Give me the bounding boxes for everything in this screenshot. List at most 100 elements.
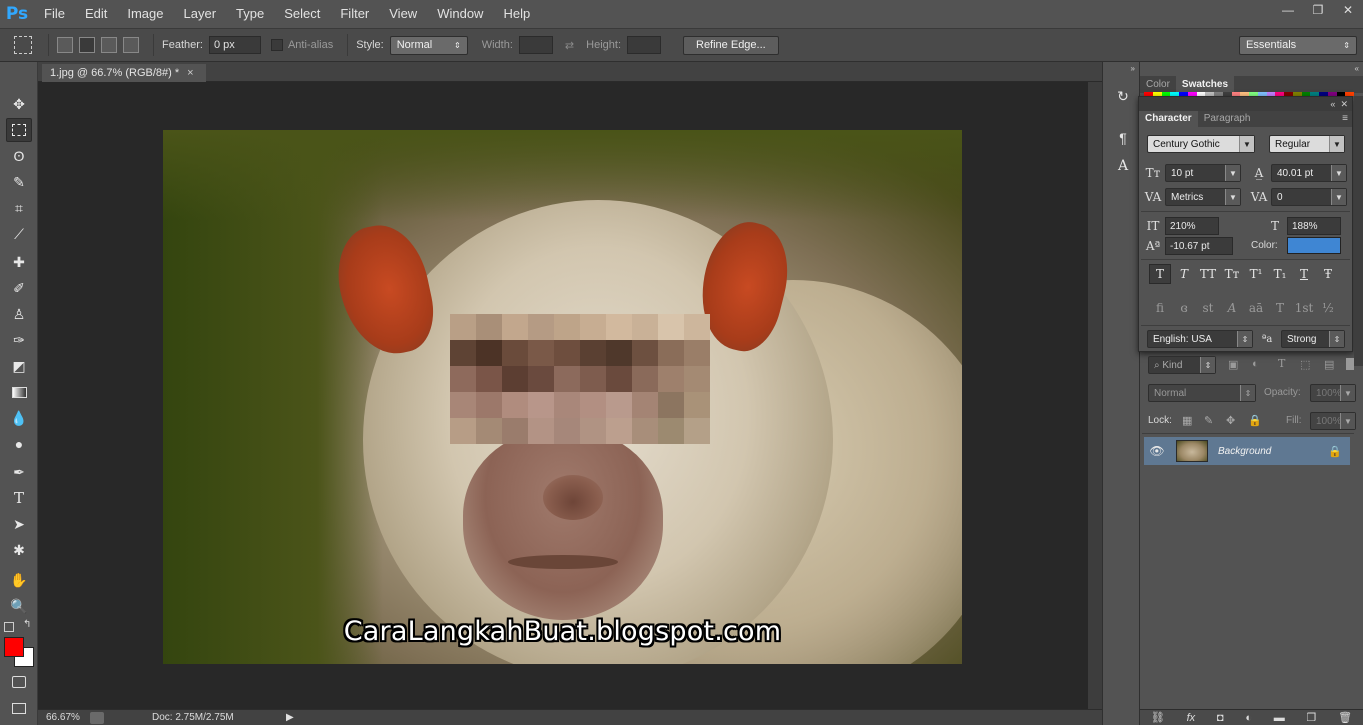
add-selection-icon[interactable] [79,37,95,53]
eyedropper-tool-icon[interactable]: ⟋ [6,222,32,246]
fractions-button[interactable]: ½ [1317,298,1339,318]
style-select[interactable]: Normal ⇕ [389,35,468,55]
swap-colors-icon[interactable]: ↰ [23,619,31,630]
ordinals-button[interactable]: 1st [1293,298,1315,318]
ligatures-button[interactable]: fi [1149,298,1171,318]
language-select[interactable]: English: USA ⇕ [1147,330,1253,348]
lock-all-icon[interactable]: 🔒 [1248,414,1262,427]
faux-bold-button[interactable]: T [1149,264,1171,284]
width-input[interactable] [518,36,553,54]
swap-icon[interactable]: ⇄ [565,39,574,52]
foreground-color-swatch[interactable] [4,637,24,657]
subtract-selection-icon[interactable] [101,37,117,53]
vertical-scale-input[interactable]: 210% [1165,217,1219,235]
screen-mode-icon[interactable] [6,696,32,720]
baseline-shift-input[interactable]: -10.67 pt [1165,237,1233,255]
crop-tool-icon[interactable]: ⌗ [6,196,32,220]
marquee-tool-icon[interactable] [6,118,32,142]
type-tool-icon[interactable]: T [6,486,32,510]
font-size-select[interactable]: 10 pt ▼ [1165,164,1241,182]
lock-transparent-icon[interactable]: ▦ [1182,414,1192,427]
strikethrough-button[interactable]: Ŧ [1317,264,1339,284]
status-zoom[interactable]: 66.67% [38,712,90,723]
tab-color[interactable]: Color [1140,76,1176,93]
menu-help[interactable]: Help [493,0,540,28]
alternative-ligatures-button[interactable]: ɞ [1173,298,1195,318]
canvas-scrollbar[interactable] [1088,82,1102,709]
superscript-button[interactable]: T¹ [1245,264,1267,284]
fill-input[interactable]: 100% ▼ [1310,412,1356,430]
swash-button[interactable]: A [1221,298,1243,318]
eraser-tool-icon[interactable]: ◩ [6,354,32,378]
close-tab-icon[interactable]: × [187,67,193,79]
antialias-select[interactable]: Strong ⇕ [1281,330,1345,348]
menu-file[interactable]: File [34,0,75,28]
text-color-swatch[interactable] [1287,237,1341,254]
pen-tool-icon[interactable]: ✒ [6,460,32,484]
menu-filter[interactable]: Filter [330,0,379,28]
history-brush-tool-icon[interactable]: ✑ [6,328,32,352]
intersect-selection-icon[interactable] [123,37,139,53]
workspace-select[interactable]: Essentials ⇕ [1239,35,1357,55]
close-button[interactable]: ✕ [1333,0,1363,20]
refine-edge-button[interactable]: Refine Edge... [683,35,779,55]
titling-alternates-button[interactable]: T [1269,298,1291,318]
filter-pixel-icon[interactable]: ▣ [1228,358,1238,371]
blend-mode-select[interactable]: Normal ⇕ [1148,384,1256,402]
filter-adjustment-icon[interactable]: ◐ [1252,358,1259,370]
healing-brush-tool-icon[interactable]: ✚ [6,250,32,274]
lasso-tool-icon[interactable]: ʘ [6,144,32,168]
layer-style-icon[interactable]: fx [1187,712,1196,724]
menu-layer[interactable]: Layer [174,0,227,28]
document-image[interactable]: CaraLangkahBuat.blogspot.com [163,130,962,664]
new-layer-icon[interactable]: ❐ [1306,711,1316,724]
filter-shape-icon[interactable]: ⬚ [1300,358,1310,371]
lock-position-icon[interactable]: ✥ [1226,414,1235,427]
document-tab[interactable]: 1.jpg @ 66.7% (RGB/8#) * × [42,64,206,82]
menu-image[interactable]: Image [117,0,173,28]
menu-edit[interactable]: Edit [75,0,117,28]
new-selection-icon[interactable] [57,37,73,53]
subscript-button[interactable]: T₁ [1269,264,1291,284]
tab-swatches[interactable]: Swatches [1175,76,1235,93]
discretionary-ligatures-button[interactable]: st [1197,298,1219,318]
faux-italic-button[interactable]: T [1173,264,1195,284]
brush-tool-icon[interactable]: ✐ [6,276,32,300]
filter-type-icon[interactable]: T [1278,357,1285,370]
zoom-tool-icon[interactable]: 🔍 [6,594,32,618]
opacity-input[interactable]: 100% ▼ [1310,384,1356,402]
paragraph-panel-icon[interactable]: ¶ [1113,128,1133,148]
quick-mask-icon[interactable] [6,670,32,694]
character-panel-icon[interactable]: A [1113,156,1133,176]
collapse-icon[interactable]: « [1330,99,1335,109]
collapse-panels-icon[interactable]: « [1355,64,1359,73]
new-group-icon[interactable]: ▬ [1274,712,1285,724]
lock-image-icon[interactable]: ✎ [1204,414,1213,427]
history-panel-icon[interactable]: ↻ [1113,86,1133,106]
collapse-dock-icon[interactable]: » [1131,64,1135,73]
gradient-tool-icon[interactable] [6,380,32,404]
adjustment-layer-icon[interactable]: ◐ [1245,712,1252,724]
dodge-tool-icon[interactable]: ● [6,432,32,456]
status-info-icon[interactable] [90,711,104,724]
visibility-eye-icon[interactable]: 👁 [1144,444,1170,458]
default-colors-icon[interactable] [4,622,14,632]
blur-tool-icon[interactable]: 💧 [6,406,32,430]
close-panel-icon[interactable]: ✕ [1340,99,1348,110]
clone-stamp-tool-icon[interactable]: ♙ [6,302,32,326]
layer-name[interactable]: Background [1218,446,1328,457]
menu-type[interactable]: Type [226,0,274,28]
menu-window[interactable]: Window [427,0,493,28]
delete-layer-icon[interactable]: 🗑 [1338,711,1352,724]
filter-toggle-icon[interactable] [1346,358,1354,370]
panel-scrollbar[interactable] [1354,96,1363,366]
underline-button[interactable]: T [1293,264,1315,284]
quick-selection-tool-icon[interactable]: ✎ [6,170,32,194]
link-layers-icon[interactable]: ⛓ [1151,711,1165,724]
minimize-button[interactable]: — [1273,0,1303,20]
layer-row-background[interactable]: 👁 Background 🔒 [1144,437,1350,465]
tab-paragraph[interactable]: Paragraph [1198,111,1257,127]
horizontal-scale-input[interactable]: 188% [1287,217,1341,235]
font-style-select[interactable]: Regular ▼ [1269,135,1345,153]
all-caps-button[interactable]: TT [1197,264,1219,284]
